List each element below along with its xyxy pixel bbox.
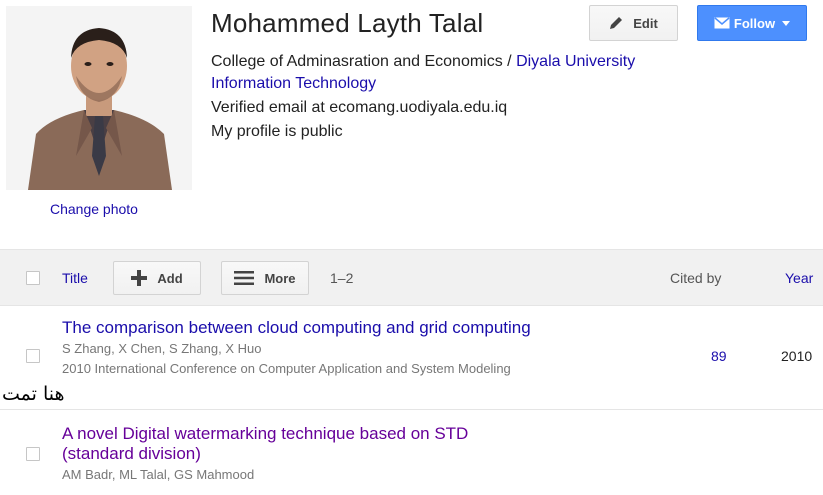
cited-by-header: Cited by: [670, 270, 722, 286]
profile-photo: [6, 6, 192, 190]
follow-button[interactable]: Follow: [697, 5, 807, 41]
article-authors: S Zhang, X Chen, S Zhang, X Huo: [62, 341, 262, 356]
edit-button[interactable]: Edit: [589, 5, 678, 41]
cited-by-count-link[interactable]: 89: [711, 348, 727, 364]
edit-button-label: Edit: [633, 15, 658, 31]
interest-link[interactable]: Information Technology: [211, 75, 376, 93]
sort-by-year[interactable]: Year: [785, 270, 813, 286]
article-authors: AM Badr, ML Talal, GS Mahmood: [62, 467, 255, 482]
plus-icon: [131, 270, 148, 286]
results-range: 1–2: [330, 270, 354, 286]
add-button[interactable]: Add: [113, 261, 201, 295]
more-button[interactable]: More: [221, 261, 309, 295]
mail-icon: [714, 17, 730, 29]
row-checkbox[interactable]: [26, 447, 40, 461]
menu-icon: [234, 271, 255, 285]
article-venue: 2010 International Conference on Compute…: [62, 361, 511, 376]
article-title-link[interactable]: The comparison between cloud computing a…: [62, 318, 622, 338]
follow-button-label: Follow: [733, 15, 776, 31]
article-title-link[interactable]: A novel Digital watermarking technique b…: [62, 424, 542, 464]
affiliation-text: College of Adminasration and Economics /: [211, 53, 517, 70]
profile-name: Mohammed Layth Talal: [211, 8, 484, 38]
articles-toolbar: Title Add More 1–2 Cited by Year: [0, 249, 823, 306]
more-button-label: More: [264, 270, 296, 286]
profile-affiliation: College of Adminasration and Economics /…: [211, 50, 731, 74]
affiliation-link[interactable]: Diyala University: [516, 53, 635, 70]
row-divider: [0, 409, 823, 410]
verified-email: Verified email at ecomang.uodiyala.edu.i…: [211, 99, 508, 116]
pencil-icon: [610, 17, 623, 29]
article-year: 2010: [781, 348, 813, 364]
add-button-label: Add: [157, 270, 183, 286]
profile-visibility: My profile is public: [211, 123, 343, 140]
change-photo-link[interactable]: Change photo: [50, 201, 138, 217]
chevron-down-icon: [782, 20, 791, 26]
annotation-text: هنا تمت: [2, 383, 65, 405]
select-all-checkbox[interactable]: [26, 271, 40, 285]
row-checkbox[interactable]: [26, 349, 40, 363]
sort-by-title[interactable]: Title: [62, 270, 88, 286]
